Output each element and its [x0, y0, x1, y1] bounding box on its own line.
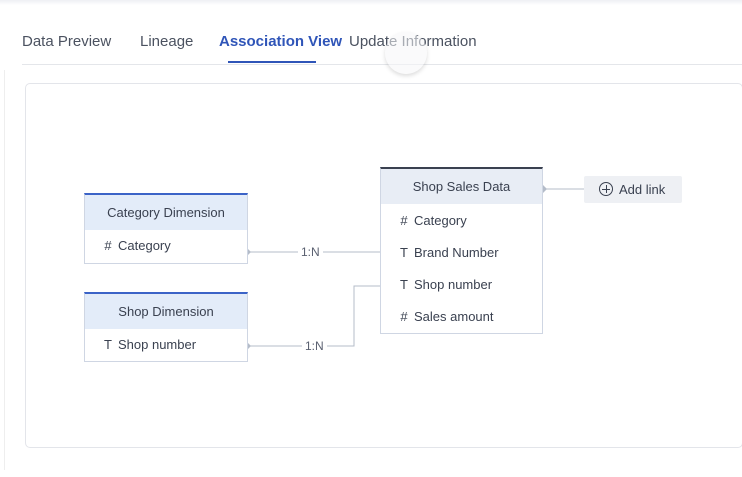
field-name: Brand Number: [414, 245, 499, 260]
shop-dimension-node[interactable]: Shop Dimension T Shop number: [84, 292, 248, 362]
category-dimension-node[interactable]: Category Dimension # Category: [84, 193, 248, 264]
text-type-icon: T: [104, 337, 112, 352]
field-row: T Shop number: [381, 269, 542, 301]
field-row: # Category: [381, 205, 542, 237]
relation-label-shop: 1:N: [302, 339, 327, 353]
field-row: # Sales amount: [381, 301, 542, 333]
relation-label-category: 1:N: [298, 245, 323, 259]
field-name: Shop number: [118, 337, 197, 352]
add-link-button[interactable]: Add link: [584, 176, 682, 203]
add-link-label: Add link: [619, 182, 666, 197]
shop-sales-data-node[interactable]: Shop Sales Data # Category T Brand Number …: [380, 167, 543, 334]
node-title: Shop Dimension: [85, 294, 247, 329]
field-row: T Shop number: [85, 329, 247, 361]
field-row: T Brand Number: [381, 237, 542, 269]
node-title: Category Dimension: [85, 195, 247, 230]
hash-icon: #: [400, 309, 408, 324]
text-type-icon: T: [400, 277, 408, 292]
relation-line-shop: [247, 285, 380, 347]
field-name: Sales amount: [414, 309, 494, 324]
link-anchor-main[interactable]: [543, 185, 547, 193]
hash-icon: #: [400, 213, 408, 228]
text-type-icon: T: [400, 245, 408, 260]
plus-circle-icon: [599, 182, 613, 196]
association-view-page: Data Preview Lineage Association View Up…: [0, 0, 742, 477]
node-title: Shop Sales Data: [381, 169, 542, 204]
field-row: # Category: [85, 230, 247, 262]
hash-icon: #: [104, 238, 112, 253]
field-name: Category: [414, 213, 467, 228]
field-name: Category: [118, 238, 171, 253]
field-name: Shop number: [414, 277, 493, 292]
